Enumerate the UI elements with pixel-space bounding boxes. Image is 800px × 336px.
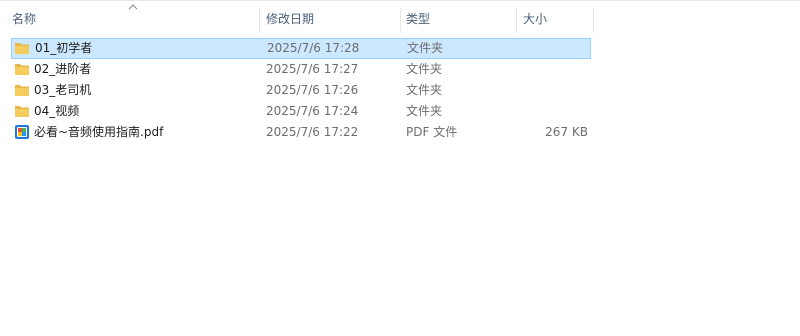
folder-icon (15, 43, 29, 54)
column-separator[interactable] (593, 8, 594, 33)
file-name: 03_老司机 (34, 83, 92, 97)
sort-ascending-icon (128, 4, 138, 10)
column-header-date[interactable]: 修改日期 (260, 0, 400, 33)
file-row[interactable]: 01_初学者 2025/7/6 17:28 文件夹 (11, 38, 591, 59)
file-size: 267 KB (545, 125, 588, 139)
column-header-size[interactable]: 大小 (517, 0, 593, 33)
file-modified-date: 2025/7/6 17:24 (266, 104, 359, 118)
pdf-file-icon (15, 125, 29, 139)
file-row[interactable]: 03_老司机 2025/7/6 17:26 文件夹 (11, 80, 591, 101)
file-name: 必看~音频使用指南.pdf (34, 125, 164, 139)
folder-icon (15, 85, 29, 96)
file-type: 文件夹 (406, 83, 443, 97)
column-header-size-label: 大小 (523, 12, 548, 26)
folder-icon (15, 106, 29, 117)
file-type: 文件夹 (406, 104, 443, 118)
file-name: 04_视频 (34, 104, 80, 118)
file-modified-date: 2025/7/6 17:22 (266, 125, 359, 139)
column-header-bar: 名称 修改日期 类型 大小 (0, 0, 800, 33)
column-header-date-label: 修改日期 (266, 12, 315, 26)
file-type: PDF 文件 (406, 125, 458, 139)
file-explorer-view: 名称 修改日期 类型 大小 01_初学者 2025/7/6 17:28 文件夹 (0, 0, 800, 336)
file-row[interactable]: 必看~音频使用指南.pdf 2025/7/6 17:22 PDF 文件 267 … (11, 122, 591, 143)
file-type: 文件夹 (406, 62, 443, 76)
file-name: 01_初学者 (35, 41, 93, 55)
folder-icon (15, 64, 29, 75)
file-name: 02_进阶者 (34, 62, 92, 76)
column-header-type-label: 类型 (406, 12, 431, 26)
column-header-name-label: 名称 (12, 12, 37, 26)
file-row[interactable]: 02_进阶者 2025/7/6 17:27 文件夹 (11, 59, 591, 80)
file-modified-date: 2025/7/6 17:28 (267, 41, 360, 55)
file-row[interactable]: 04_视频 2025/7/6 17:24 文件夹 (11, 101, 591, 122)
column-header-type[interactable]: 类型 (400, 0, 516, 33)
file-modified-date: 2025/7/6 17:27 (266, 62, 359, 76)
file-type: 文件夹 (407, 41, 444, 55)
file-modified-date: 2025/7/6 17:26 (266, 83, 359, 97)
